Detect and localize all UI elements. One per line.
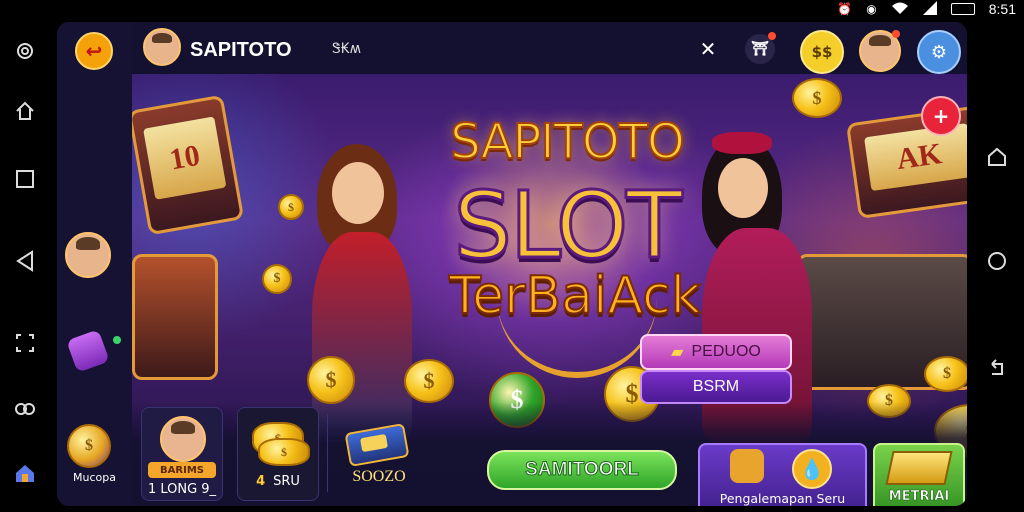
promo-character-icon [730, 449, 764, 483]
profile-card-label: 1 LONG 9_ [147, 482, 217, 497]
profile-notification-dot [892, 30, 900, 38]
android-nav-bar [968, 18, 1024, 512]
back-arrow-icon[interactable] [986, 356, 1008, 378]
floating-badge-text: + [932, 104, 950, 128]
coins-card-label: 4 SRU [238, 474, 318, 489]
back-triangle-icon[interactable] [12, 248, 38, 274]
coin-icon[interactable]: $$ [800, 30, 844, 74]
coin-decor: $ [307, 356, 355, 404]
square-icon[interactable] [12, 166, 38, 192]
coin-decor: $ [404, 359, 454, 403]
link-icon[interactable] [12, 396, 38, 422]
promo-drop-icon: 💧 [792, 449, 832, 489]
home-icon[interactable] [12, 98, 38, 124]
peduoo-icon: ▰ [671, 344, 684, 361]
status-bar: ⏰ ◉ 8:51 [0, 0, 1024, 18]
divider [327, 414, 328, 492]
peduoo-button[interactable]: ▰ PEDUOO [640, 334, 792, 370]
player-avatar[interactable] [143, 28, 181, 66]
side-bottom-label: Mucopa [73, 471, 116, 484]
profile-avatar-icon[interactable] [859, 30, 901, 72]
back-button[interactable]: ↩ [75, 32, 113, 70]
status-icons: ⏰ ◉ 8:51 [837, 0, 1016, 18]
back-arrow-icon: ↩ [85, 39, 103, 63]
game-side-panel: ↩ $ Mucopa [57, 22, 132, 506]
floating-badge-icon[interactable]: + [921, 96, 961, 136]
battery-icon [950, 3, 975, 15]
promo-label: Pengalemapan Seru [719, 491, 846, 506]
coin-decor: $ [792, 78, 842, 118]
profile-card[interactable]: BARIMS 1 LONG 9_ [141, 407, 223, 501]
game-subtitle: Ꮥ₭ʍ [332, 41, 362, 57]
slot-left-top-text: 10 [167, 138, 203, 177]
metal-card[interactable]: METRIAI [873, 443, 965, 506]
peduoo-label: PEDUOO [691, 343, 761, 360]
logo-title-line2: SLOT [452, 171, 684, 281]
coin-decor: $ [262, 264, 292, 294]
side-avatar-icon[interactable] [65, 232, 111, 278]
app-icon[interactable] [12, 460, 38, 486]
chest-icon[interactable] [344, 420, 410, 467]
gold-bar-icon [885, 451, 953, 485]
profile-card-avatar [160, 416, 206, 462]
slot-machine-left-lower [132, 254, 218, 380]
metal-label: METRIAI [888, 489, 950, 505]
settings-icon[interactable] [12, 38, 38, 64]
coin-decor: $ [278, 194, 304, 220]
bsrm-label: BSRM [692, 378, 740, 395]
slot-right-text: AK [894, 136, 944, 176]
logo-title-line1: SAPITOTO [449, 113, 686, 171]
profile-badge: BARIMS [148, 462, 216, 478]
notification-dot [113, 336, 121, 344]
signal-icon [922, 0, 937, 18]
slot-machine-left: 10 [127, 94, 245, 236]
coins-card[interactable]: $ $ 4SRU [237, 407, 319, 501]
alarm-icon: ⏰ [837, 2, 853, 16]
wifi-icon [891, 1, 909, 18]
side-coin-icon[interactable]: $ [67, 424, 111, 468]
settings-icon[interactable]: ⚙ [917, 30, 961, 74]
shop-notification-dot [768, 32, 776, 40]
game-window: 10 AK $ $ $ $ $ $ $ $ $ SAPITOTO SLOT Te… [57, 22, 967, 506]
coin-stack-icon: $ [258, 438, 310, 466]
side-bell-icon[interactable] [66, 329, 110, 373]
coin-decor: $ [924, 356, 967, 392]
status-time: 8:51 [988, 1, 1016, 17]
slot-left-screen: 10 [143, 116, 227, 200]
chest-label: SOOZO [352, 468, 406, 485]
samitoorl-button[interactable]: SAMITOORL [487, 450, 677, 490]
game-title: SAPITOTO [190, 39, 292, 61]
device-left-nav [0, 18, 52, 512]
data-saver-icon: ◉ [866, 2, 877, 16]
coins-num: 4 [256, 474, 266, 489]
screen-capture-icon[interactable] [12, 330, 38, 356]
shop-icon[interactable]: ⛩ [745, 32, 776, 64]
home-outline-icon[interactable] [986, 146, 1008, 168]
close-icon[interactable]: ✕ [693, 34, 723, 64]
logo-title-line3: TerBaiAck [448, 265, 702, 327]
circle-icon[interactable] [986, 250, 1008, 272]
coins-label: SRU [273, 474, 300, 489]
promo-card[interactable]: 💧 Pengalemapan Seru [698, 443, 867, 506]
bsrm-button[interactable]: BSRM [640, 370, 792, 404]
coin-badge-text: $$ [811, 43, 833, 61]
